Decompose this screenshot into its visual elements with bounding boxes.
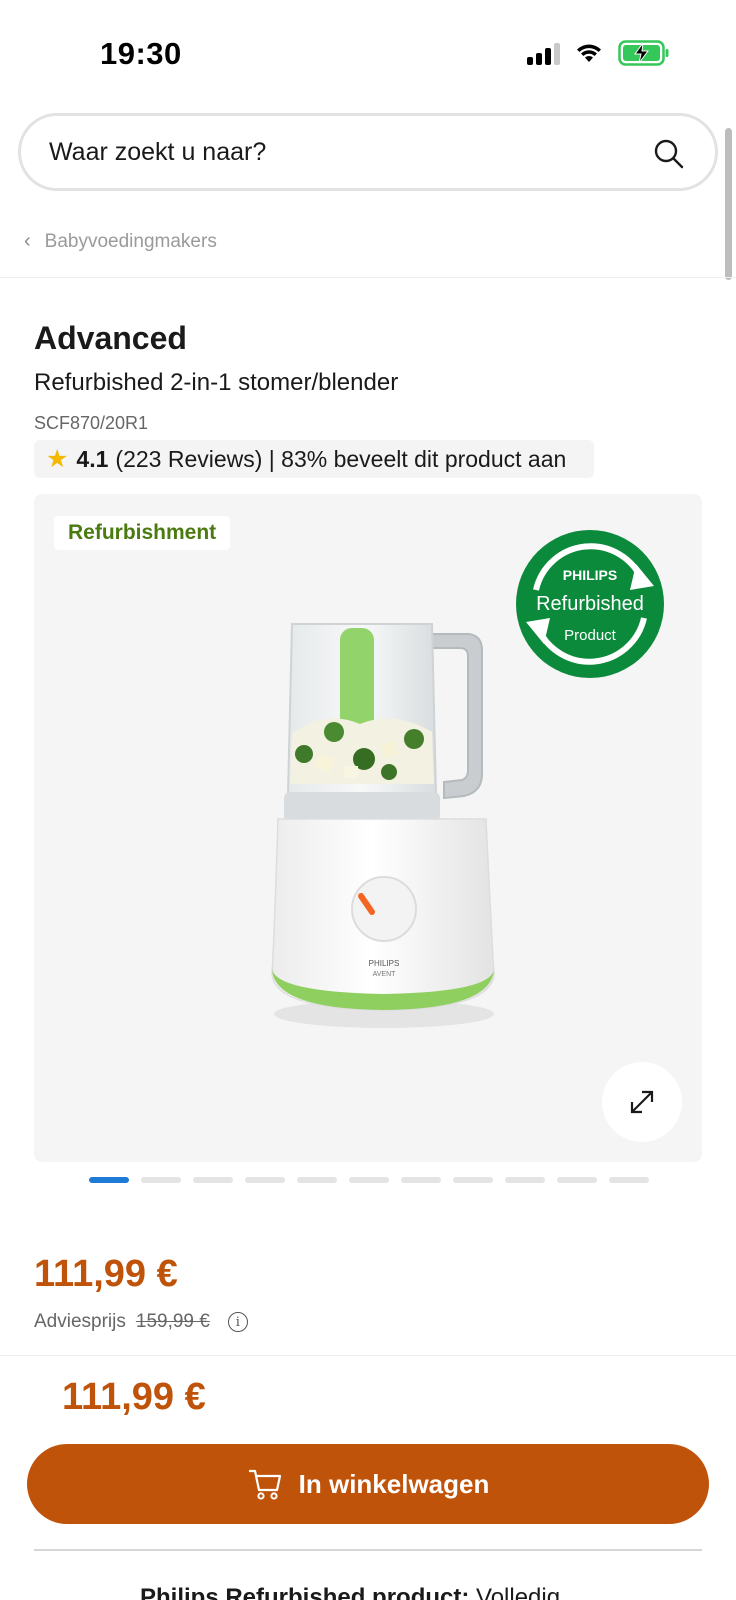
status-icons xyxy=(527,40,670,66)
badge-bottom-text: Product xyxy=(564,627,617,644)
product-sku: SCF870/20R1 xyxy=(34,413,149,433)
refurbished-description: Philips Refurbished product: Volledig xyxy=(140,1584,560,1600)
product-name: Refurbished 2-in-1 stomer/blender xyxy=(34,369,399,396)
carousel-dot[interactable] xyxy=(505,1177,545,1183)
reviews-text[interactable]: (223 Reviews) | 83% beveelt dit product … xyxy=(115,446,566,473)
product-price: 111,99 € xyxy=(34,1253,178,1295)
carousel-dot[interactable] xyxy=(557,1177,597,1183)
carousel-dot[interactable] xyxy=(349,1177,389,1183)
breadcrumb-link[interactable]: Babyvoedingmakers xyxy=(45,231,217,253)
carousel-indicator[interactable] xyxy=(89,1177,649,1183)
carousel-dot[interactable] xyxy=(609,1177,649,1183)
carousel-dot[interactable] xyxy=(89,1177,129,1183)
carousel-dot[interactable] xyxy=(193,1177,233,1183)
divider xyxy=(34,1549,702,1551)
scrollbar[interactable] xyxy=(725,128,732,280)
carousel-dot[interactable] xyxy=(453,1177,493,1183)
badge-top-text: PHILIPS xyxy=(563,567,617,583)
add-to-cart-label: In winkelwagen xyxy=(298,1468,490,1499)
status-bar: 19:30 xyxy=(0,0,736,100)
divider xyxy=(0,277,736,278)
product-image-gallery[interactable]: Refurbishment PHILIPS Refurbished Produc… xyxy=(34,494,702,1162)
blender-image: PHILIPS AVENT xyxy=(271,623,495,1028)
carousel-dot[interactable] xyxy=(141,1177,181,1183)
advice-price: Adviesprijs 159,99 € i xyxy=(34,1311,248,1333)
blender-brand-text: PHILIPS xyxy=(369,959,400,968)
advice-price-label: Adviesprijs xyxy=(34,1311,126,1332)
rating-summary[interactable]: ★ 4.1 (223 Reviews) | 83% beveelt dit pr… xyxy=(34,440,594,478)
rating-value: 4.1 xyxy=(76,445,109,472)
blender-sub-text: AVENT xyxy=(373,971,397,978)
carousel-dot[interactable] xyxy=(401,1177,441,1183)
search-input[interactable]: Waar zoekt u naar? xyxy=(18,113,718,191)
breadcrumb[interactable]: ‹ Babyvoedingmakers xyxy=(24,230,217,253)
expand-icon xyxy=(630,1090,654,1114)
carousel-dot[interactable] xyxy=(297,1177,337,1183)
badge-mid-text: Refurbished xyxy=(536,593,644,615)
chevron-left-icon: ‹ xyxy=(24,230,31,252)
add-to-cart-button[interactable]: In winkelwagen xyxy=(27,1444,709,1524)
advice-price-old: 159,99 € xyxy=(135,1311,210,1332)
carousel-dot[interactable] xyxy=(245,1177,285,1183)
sticky-buy-bar: 111,99 € In winkelwagen Philips Refurbis… xyxy=(0,1355,736,1600)
status-time: 19:30 xyxy=(100,36,182,71)
wifi-icon xyxy=(577,44,601,62)
cellular-signal-icon xyxy=(527,41,560,65)
search-icon[interactable] xyxy=(653,138,685,170)
refurbishment-tag: Refurbishment xyxy=(54,516,231,550)
product-brand: Advanced xyxy=(34,320,187,356)
refurbished-description-text: Volledig xyxy=(469,1584,561,1600)
refurbished-description-title: Philips Refurbished product: xyxy=(140,1584,470,1600)
info-icon[interactable]: i xyxy=(227,1312,248,1332)
star-icon: ★ xyxy=(46,445,69,473)
battery-charging-icon xyxy=(618,40,669,66)
cart-icon xyxy=(248,1469,281,1500)
expand-image-button[interactable] xyxy=(602,1062,682,1142)
search-placeholder: Waar zoekt u naar? xyxy=(49,138,267,166)
philips-refurbished-logo: PHILIPS Refurbished Product xyxy=(516,530,664,678)
sticky-price: 111,99 € xyxy=(62,1376,206,1418)
